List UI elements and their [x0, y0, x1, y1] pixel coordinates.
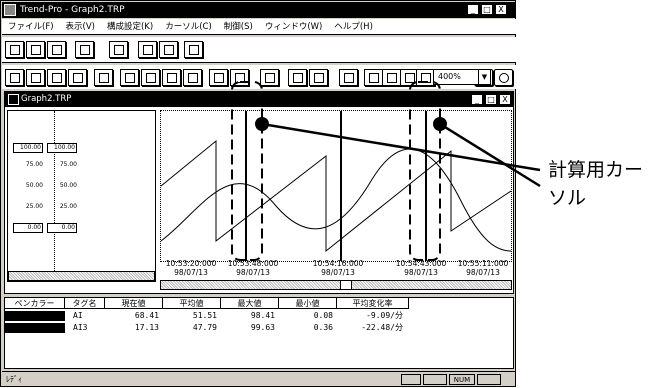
cursor-bracket-1 [231, 81, 263, 261]
callout-line-1 [261, 122, 541, 172]
callout-label-line2: ソル [548, 187, 587, 209]
callout-label-line1: 計算用カー [548, 159, 644, 181]
callout-label: 計算用カー ソル [548, 156, 643, 212]
cursor-bracket-2 [409, 81, 441, 261]
